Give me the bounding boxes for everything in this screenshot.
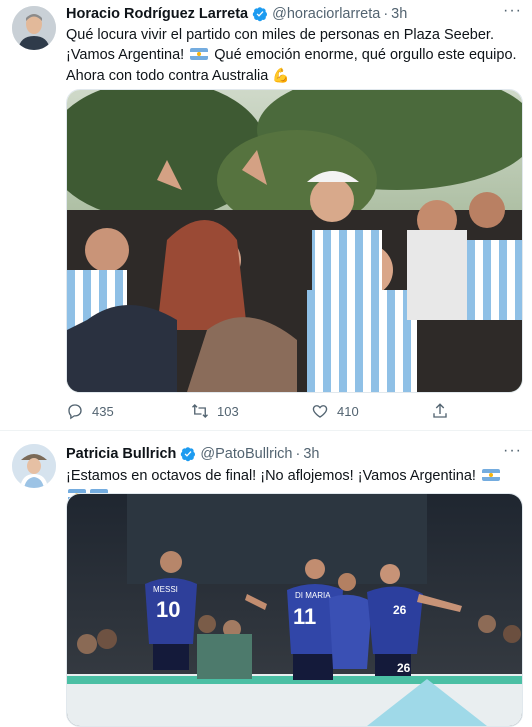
share-icon	[433, 403, 447, 418]
more-options-icon[interactable]: ···	[503, 442, 522, 460]
like-button[interactable]: 410	[311, 402, 359, 420]
argentina-flag-icon	[481, 469, 500, 481]
author-name[interactable]: Patricia Bullrich	[66, 446, 176, 462]
tweet-header: Horacio Rodríguez Larreta @horaciorlarre…	[66, 6, 407, 22]
players-celebration-image: 10 MESSI 11 DI MARIA 26 26	[67, 494, 522, 726]
author-handle[interactable]: @PatoBullrich	[200, 446, 292, 462]
avatar-larreta-image	[12, 6, 56, 50]
flexed-biceps-emoji: 💪	[272, 67, 290, 83]
jersey-name-messi: MESSI	[153, 585, 178, 594]
separator-dot: ·	[383, 6, 389, 22]
separator-dot: ·	[295, 446, 301, 462]
jersey-number-26: 26	[393, 603, 407, 617]
jersey-number-11: 11	[293, 604, 316, 629]
verified-badge-icon	[181, 447, 196, 462]
like-count: 410	[337, 403, 359, 419]
like-icon	[312, 405, 328, 418]
more-options-icon[interactable]: ···	[503, 2, 522, 20]
tweet-larreta[interactable]: Horacio Rodríguez Larreta @horaciorlarre…	[0, 0, 532, 430]
argentina-flag-icon	[190, 48, 209, 60]
author-handle[interactable]: @horaciorlarreta	[272, 6, 380, 22]
reply-icon	[68, 404, 82, 420]
tweet-text-content: ¡Estamos en octavos de final! ¡No afloje…	[66, 468, 480, 484]
shorts-number-26: 26	[397, 661, 411, 675]
jersey-name-dimaria: DI MARIA	[295, 591, 331, 600]
tweet-actions: 435 103 410	[66, 402, 522, 424]
avatar[interactable]	[12, 6, 56, 50]
tweet-time[interactable]: 3h	[391, 6, 407, 22]
retweet-count: 103	[217, 403, 239, 419]
crowd-celebration-image	[67, 90, 522, 392]
avatar[interactable]	[12, 444, 56, 488]
share-button[interactable]	[431, 402, 457, 420]
tweet-photo-players[interactable]: 10 MESSI 11 DI MARIA 26 26	[66, 493, 523, 727]
retweet-button[interactable]: 103	[191, 402, 239, 420]
author-name[interactable]: Horacio Rodríguez Larreta	[66, 6, 248, 22]
tweet-bullrich[interactable]: Patricia Bullrich @PatoBullrich · 3h ···…	[0, 431, 532, 727]
tweet-time[interactable]: 3h	[303, 446, 319, 462]
tweet-photo-celebration[interactable]	[66, 89, 523, 393]
tweet-text: Qué locura vivir el partido con miles de…	[66, 25, 522, 86]
reply-button[interactable]: 435	[66, 402, 114, 420]
retweet-icon	[192, 404, 208, 418]
verified-badge-icon	[252, 7, 268, 22]
avatar-bullrich-image	[12, 444, 56, 488]
jersey-number-10: 10	[156, 597, 180, 622]
reply-count: 435	[92, 403, 114, 419]
tweet-header: Patricia Bullrich @PatoBullrich · 3h	[66, 446, 319, 462]
